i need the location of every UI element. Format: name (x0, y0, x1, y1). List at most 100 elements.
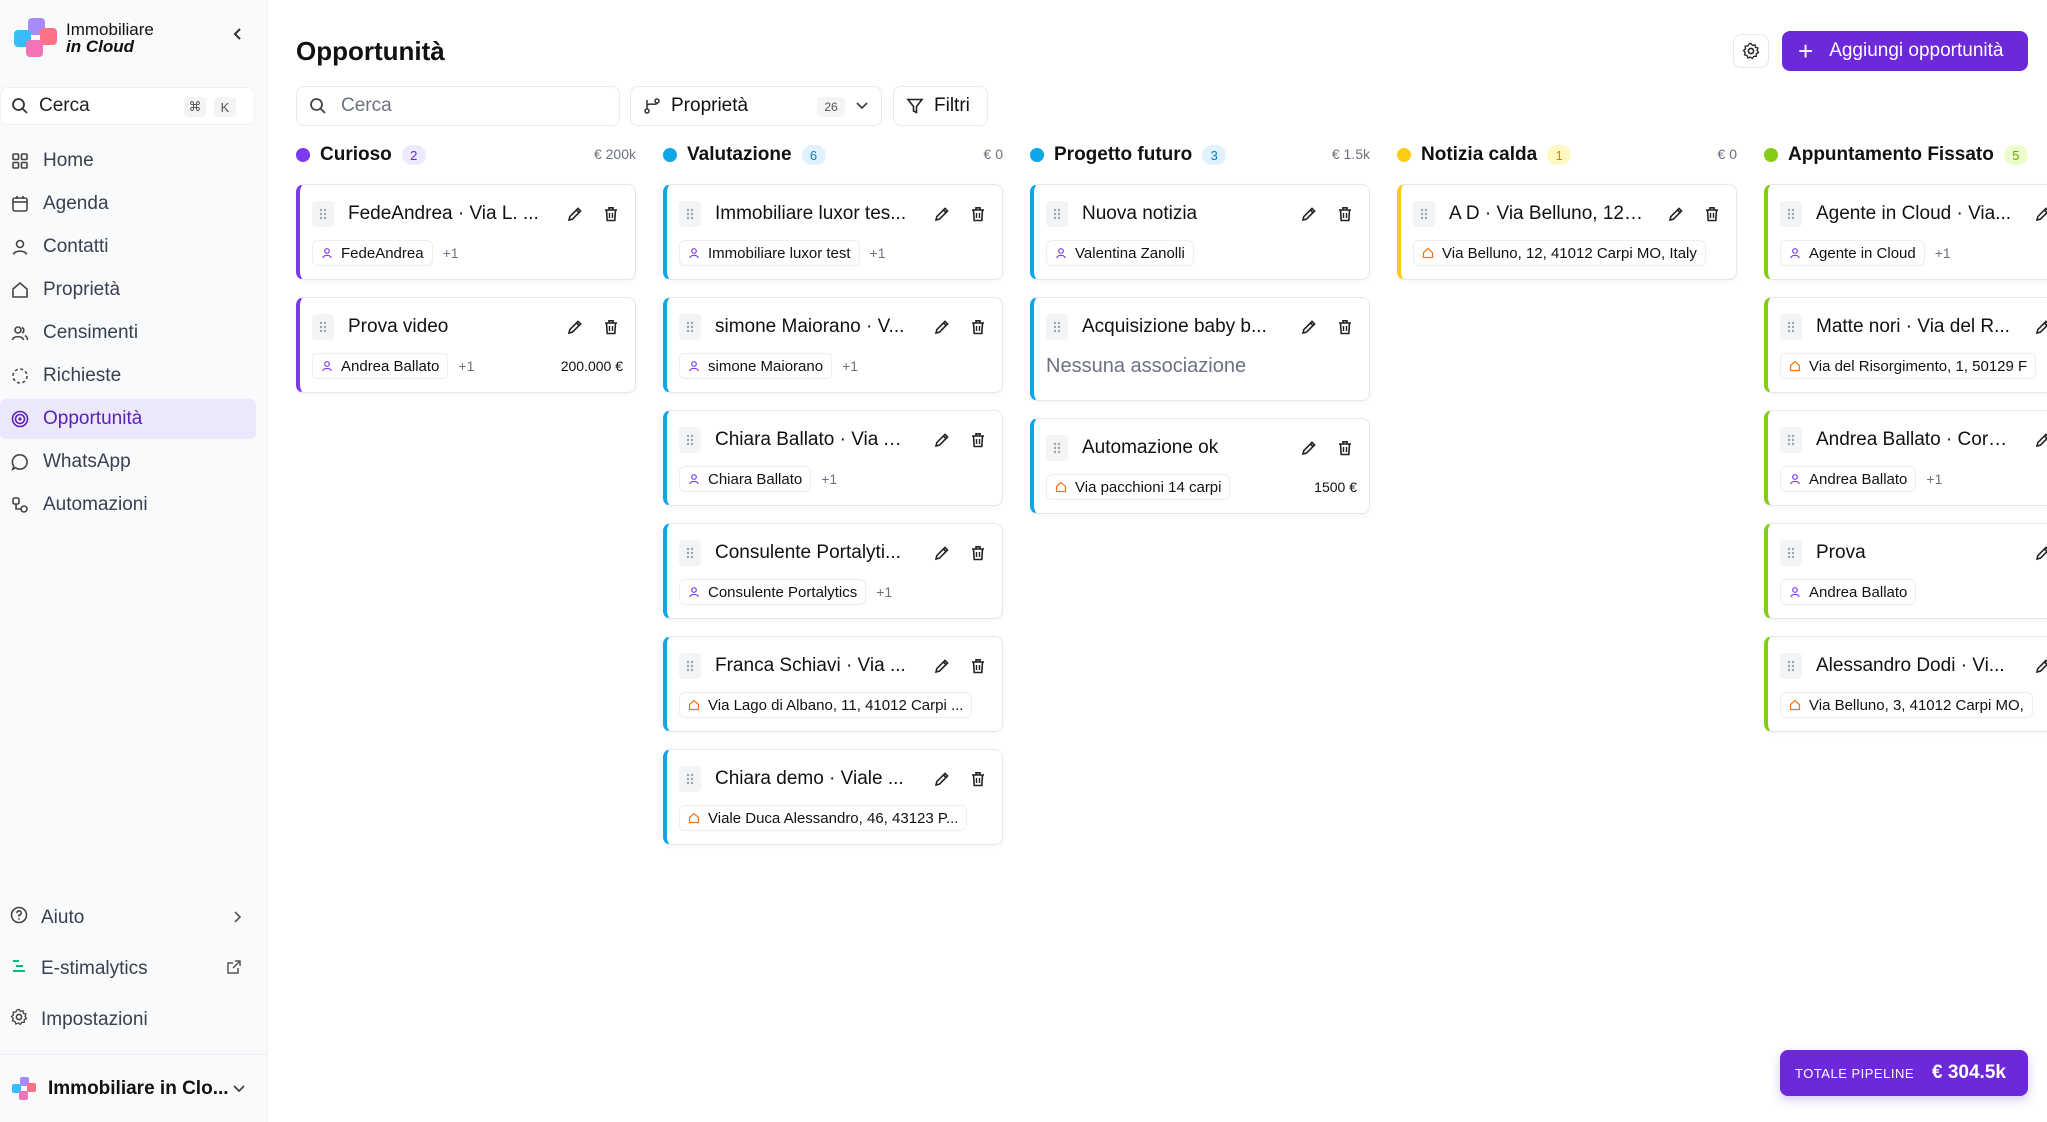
opportunity-card[interactable]: Chiara Ballato · Via A... Chiara Ballato +… (663, 410, 1003, 506)
more-associations[interactable]: +1 (842, 358, 858, 374)
contact-chip[interactable]: Immobiliare luxor test (679, 240, 860, 266)
edit-pencil-icon[interactable] (931, 768, 953, 790)
opportunity-card[interactable]: Franca Schiavi · Via ... Via Lago di Alba… (663, 636, 1003, 732)
edit-pencil-icon[interactable] (1298, 437, 1320, 459)
opportunity-card[interactable]: A D · Via Belluno, 12, ... Via Belluno, 1… (1397, 184, 1737, 280)
property-chip[interactable]: Via Lago di Albano, 11, 41012 Carpi ... (679, 692, 973, 718)
opportunity-card[interactable]: FedeAndrea · Via L. ... FedeAndrea +1 (296, 184, 636, 280)
trash-icon[interactable] (1334, 316, 1356, 338)
drag-handle-icon[interactable] (1046, 314, 1068, 340)
card-title[interactable]: A D · Via Belluno, 12, ... (1449, 203, 1645, 225)
contact-chip[interactable]: Andrea Ballato (312, 353, 449, 379)
drag-handle-icon[interactable] (1780, 653, 1802, 679)
card-title[interactable]: Chiara demo · Viale ... (715, 768, 911, 790)
property-chip[interactable]: Via Belluno, 12, 41012 Carpi MO, Italy (1413, 240, 1706, 266)
card-title[interactable]: Matte nori · Via del R... (1816, 316, 2012, 338)
edit-pencil-icon[interactable] (564, 316, 586, 338)
property-chip[interactable]: Via pacchioni 14 carpi (1046, 474, 1231, 500)
card-title[interactable]: Immobiliare luxor tes... (715, 203, 911, 225)
drag-handle-icon[interactable] (1780, 314, 1802, 340)
edit-pencil-icon[interactable] (1298, 203, 1320, 225)
edit-pencil-icon[interactable] (2032, 542, 2047, 564)
trash-icon[interactable] (600, 316, 622, 338)
card-title[interactable]: Alessandro Dodi · Vi... (1816, 655, 2012, 677)
opportunity-card[interactable]: Automazione ok Via pacchioni 14 carpi 1500… (1030, 418, 1370, 514)
more-associations[interactable]: +1 (1935, 245, 1951, 261)
trash-icon[interactable] (967, 655, 989, 677)
opportunity-card[interactable]: Acquisizione baby b... Nessuna associazio… (1030, 297, 1370, 401)
contact-chip[interactable]: Consulente Portalytics (679, 579, 867, 605)
card-title[interactable]: Acquisizione baby b... (1082, 316, 1278, 338)
card-title[interactable]: Automazione ok (1082, 437, 1278, 459)
drag-handle-icon[interactable] (1046, 435, 1068, 461)
opportunity-card[interactable]: Matte nori · Via del R... Via del Risorgi… (1764, 297, 2047, 393)
card-title[interactable]: Consulente Portalyti... (715, 542, 911, 564)
edit-pencil-icon[interactable] (931, 203, 953, 225)
more-associations[interactable]: +1 (821, 471, 837, 487)
trash-icon[interactable] (1334, 203, 1356, 225)
property-chip[interactable]: Via del Risorgimento, 1, 50129 F (1780, 353, 2037, 379)
more-associations[interactable]: +1 (443, 245, 459, 261)
opportunity-card[interactable]: Chiara demo · Viale ... Viale Duca Alessa… (663, 749, 1003, 845)
trash-icon[interactable] (967, 316, 989, 338)
contact-chip[interactable]: Chiara Ballato (679, 466, 812, 492)
edit-pencil-icon[interactable] (931, 542, 953, 564)
drag-handle-icon[interactable] (679, 201, 701, 227)
drag-handle-icon[interactable] (679, 766, 701, 792)
edit-pencil-icon[interactable] (2032, 203, 2047, 225)
card-title[interactable]: Franca Schiavi · Via ... (715, 655, 911, 677)
edit-pencil-icon[interactable] (2032, 429, 2047, 451)
edit-pencil-icon[interactable] (2032, 316, 2047, 338)
edit-pencil-icon[interactable] (2032, 655, 2047, 677)
edit-pencil-icon[interactable] (931, 655, 953, 677)
edit-pencil-icon[interactable] (564, 203, 586, 225)
drag-handle-icon[interactable] (679, 314, 701, 340)
trash-icon[interactable] (1701, 203, 1723, 225)
more-associations[interactable]: +1 (458, 358, 474, 374)
contact-chip[interactable]: Andrea Ballato (1780, 466, 1917, 492)
drag-handle-icon[interactable] (312, 314, 334, 340)
contact-chip[interactable]: Andrea Ballato (1780, 579, 1917, 605)
card-title[interactable]: Chiara Ballato · Via A... (715, 429, 911, 451)
edit-pencil-icon[interactable] (1665, 203, 1687, 225)
card-title[interactable]: Nuova notizia (1082, 203, 1278, 225)
trash-icon[interactable] (1334, 437, 1356, 459)
contact-chip[interactable]: simone Maiorano (679, 353, 833, 379)
opportunity-card[interactable]: Nuova notizia Valentina Zanolli (1030, 184, 1370, 280)
card-title[interactable]: Prova video (348, 316, 544, 338)
edit-pencil-icon[interactable] (1298, 316, 1320, 338)
drag-handle-icon[interactable] (1413, 201, 1435, 227)
card-title[interactable]: Andrea Ballato · Cors... (1816, 429, 2012, 451)
property-chip[interactable]: Viale Duca Alessandro, 46, 43123 P... (679, 805, 968, 831)
contact-chip[interactable]: FedeAndrea (312, 240, 433, 266)
opportunity-card[interactable]: Consulente Portalyti... Consulente Portal… (663, 523, 1003, 619)
trash-icon[interactable] (967, 429, 989, 451)
contact-chip[interactable]: Valentina Zanolli (1046, 240, 1194, 266)
drag-handle-icon[interactable] (679, 540, 701, 566)
drag-handle-icon[interactable] (312, 201, 334, 227)
trash-icon[interactable] (967, 768, 989, 790)
card-title[interactable]: FedeAndrea · Via L. ... (348, 203, 544, 225)
opportunity-card[interactable]: Prova video Andrea Ballato +1 200.000 € (296, 297, 636, 393)
drag-handle-icon[interactable] (679, 427, 701, 453)
property-chip[interactable]: Via Belluno, 3, 41012 Carpi MO, (1780, 692, 2033, 718)
drag-handle-icon[interactable] (1780, 201, 1802, 227)
card-title[interactable]: Prova (1816, 542, 2012, 564)
more-associations[interactable]: +1 (870, 245, 886, 261)
opportunity-card[interactable]: Prova Andrea Ballato (1764, 523, 2047, 619)
trash-icon[interactable] (600, 203, 622, 225)
opportunity-card[interactable]: Andrea Ballato · Cors... Andrea Ballato +1 (1764, 410, 2047, 506)
opportunity-card[interactable]: Immobiliare luxor tes... Immobiliare luxo… (663, 184, 1003, 280)
more-associations[interactable]: +1 (876, 584, 892, 600)
trash-icon[interactable] (967, 203, 989, 225)
opportunity-card[interactable]: Alessandro Dodi · Vi... Via Belluno, 3, 4… (1764, 636, 2047, 732)
drag-handle-icon[interactable] (1046, 201, 1068, 227)
card-title[interactable]: Agente in Cloud · Via... (1816, 203, 2012, 225)
drag-handle-icon[interactable] (1780, 427, 1802, 453)
drag-handle-icon[interactable] (1780, 540, 1802, 566)
edit-pencil-icon[interactable] (931, 316, 953, 338)
trash-icon[interactable] (967, 542, 989, 564)
more-associations[interactable]: +1 (1926, 471, 1942, 487)
opportunity-card[interactable]: simone Maiorano · V... simone Maiorano +1 (663, 297, 1003, 393)
opportunity-card[interactable]: Agente in Cloud · Via... Agente in Cloud +… (1764, 184, 2047, 280)
